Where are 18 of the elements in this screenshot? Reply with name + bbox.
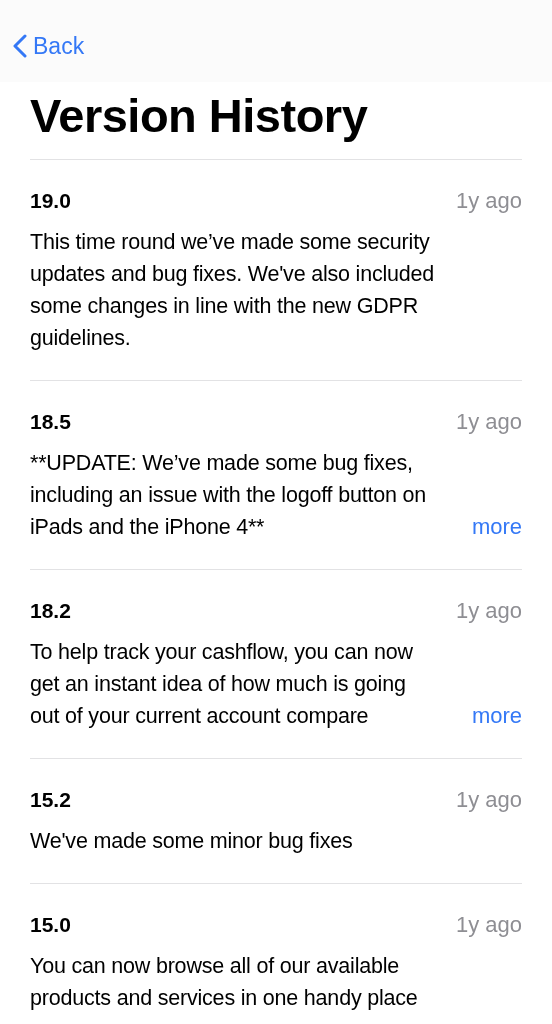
- release-notes: We've made some minor bug fixes: [30, 828, 353, 855]
- release-notes: **UPDATE: We’ve made some bug fixes, including an issue with the logoff button on iPads and the iPhone 4**: [30, 450, 426, 541]
- release-age: 1y ago: [455, 598, 522, 624]
- version-number: 15.0: [30, 913, 71, 937]
- release-age: 1y ago: [455, 188, 522, 214]
- version-number: 19.0: [30, 189, 71, 213]
- version-number: 18.5: [30, 410, 71, 434]
- back-chevron-icon: [13, 34, 27, 58]
- release-notes: You can now browse all of our available products and services in one handy place: [30, 953, 418, 1012]
- release-notes: This time round we’ve made some security updates and bug fixes. We've also included some changes in line with the new GDPR guidelines.: [30, 229, 435, 352]
- release-notes: To help track your cashflow, you can now get an instant idea of how much is going out of your current account compare: [30, 639, 413, 730]
- release-age: 1y ago: [455, 912, 522, 938]
- back-button[interactable]: Back: [13, 32, 85, 60]
- release-age: 1y ago: [455, 409, 522, 435]
- release-age: 1y ago: [455, 787, 522, 813]
- version-number: 15.2: [30, 788, 71, 812]
- version-number: 18.2: [30, 599, 71, 623]
- page-title: Version History: [30, 82, 522, 160]
